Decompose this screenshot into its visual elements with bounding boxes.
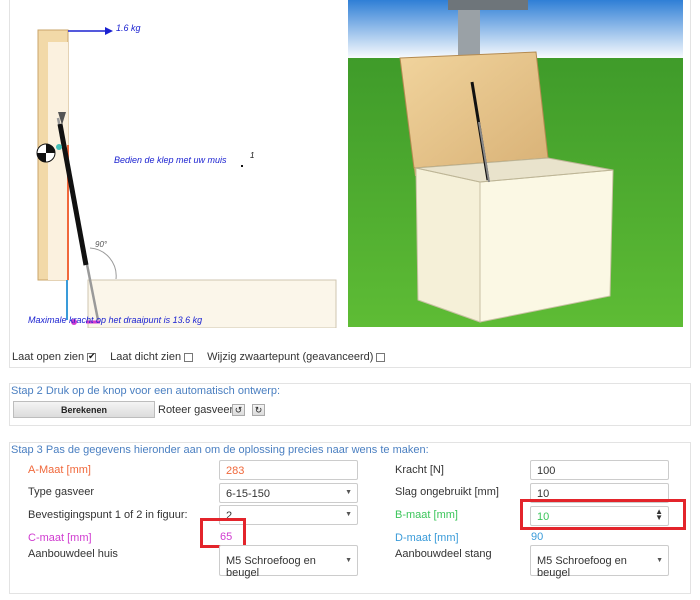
center-of-gravity-checkbox[interactable]: [376, 352, 386, 362]
rotate-spring-label: Roteer gasveer: [158, 404, 234, 416]
house-part-value: M5 Schroefoog en beugel: [226, 555, 316, 579]
c-value-highlight: [200, 518, 246, 548]
center-of-gravity-option[interactable]: Wijzig zwaartepunt (geavanceerd): [207, 351, 386, 363]
rod-part-select[interactable]: M5 Schroefoog en beugel ▼: [530, 545, 669, 579]
spring-type-label: Type gasveer: [28, 486, 95, 498]
step3-title: Stap 3 Pas de gegevens hieronder aan om …: [11, 444, 429, 456]
force-input[interactable]: 100: [530, 460, 669, 480]
show-open-label: Laat open zien: [12, 351, 85, 363]
center-of-gravity-label: Wijzig zwaartepunt (geavanceerd): [207, 351, 374, 363]
rod-part-label: Aanbouwdeel stang: [395, 548, 492, 560]
chevron-down-icon: ▼: [345, 511, 352, 518]
show-open-option[interactable]: Laat open zien: [12, 351, 97, 363]
instruction-text: Bedien de klep met uw muis: [114, 155, 227, 165]
d-dimension-value: 90: [531, 531, 544, 543]
rotate-right-icon[interactable]: ↻: [252, 404, 265, 416]
house-part-select[interactable]: M5 Schroefoog en beugel ▼: [219, 545, 358, 579]
step2-title: Stap 2 Druk op de knop voor een automati…: [11, 385, 281, 397]
chevron-down-icon: ▼: [345, 557, 352, 564]
b-dimension-label: B-maat [mm]: [395, 509, 458, 521]
chevron-down-icon: ▼: [345, 489, 352, 496]
angle-label: 90°: [95, 240, 108, 249]
3d-preview[interactable]: [348, 0, 683, 327]
3d-scene-drawing: [348, 0, 683, 327]
view-options: Laat open zien Laat dicht zien Wijzig zw…: [12, 350, 399, 364]
force-label: Kracht [N]: [395, 464, 444, 476]
step3-panel: Stap 3 Pas de gegevens hieronder aan om …: [9, 442, 691, 594]
rod-part-value: M5 Schroefoog en beugel: [537, 555, 627, 579]
a-dimension-input[interactable]: 283: [219, 460, 358, 480]
show-closed-label: Laat dicht zien: [110, 351, 182, 363]
stroke-label: Slag ongebruikt [mm]: [395, 486, 499, 498]
a-dimension-label: A-Maat [mm]: [28, 464, 91, 476]
c-dimension-label: C-maat [mm]: [28, 532, 92, 544]
max-force-text: Maximale kracht op het draaipunt is 13.6…: [28, 315, 203, 325]
rotate-left-icon[interactable]: ↺: [232, 404, 245, 416]
house-part-label: Aanbouwdeel huis: [28, 548, 118, 560]
step2-panel: Stap 2 Druk op de knop voor een automati…: [9, 383, 691, 426]
b-value-highlight: [520, 499, 686, 530]
force-value-label: 1.6 kg: [116, 23, 141, 33]
spring-type-select[interactable]: 6-15-150 ▼: [219, 483, 358, 503]
spring-type-value: 6-15-150: [226, 488, 271, 500]
show-open-checkbox[interactable]: [87, 351, 97, 362]
point-number: 1: [250, 151, 255, 160]
chevron-down-icon: ▼: [656, 557, 663, 564]
mount-point-label: Bevestigingspunt 1 of 2 in figuur:: [28, 509, 188, 521]
d-dimension-label: D-maat [mm]: [395, 532, 459, 544]
lid-diagram[interactable]: 1.6 kg Bedien de klep met uw muis 1 90° …: [20, 0, 347, 328]
show-closed-option[interactable]: Laat dicht zien: [110, 351, 194, 363]
show-closed-checkbox[interactable]: [184, 352, 194, 362]
calculate-button[interactable]: Berekenen: [13, 401, 155, 418]
